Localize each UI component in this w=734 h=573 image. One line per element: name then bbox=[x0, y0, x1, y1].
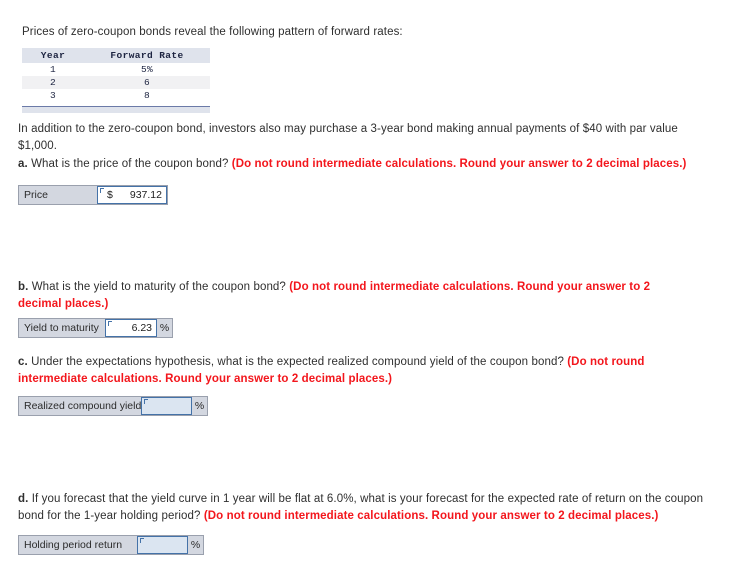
question-b-marker: b. bbox=[18, 281, 29, 293]
question-a-marker: a. bbox=[18, 158, 28, 170]
intro-text: Prices of zero-coupon bonds reveal the f… bbox=[22, 26, 403, 38]
column-header-forward-rate: Forward Rate bbox=[84, 48, 210, 63]
hpr-field-label: Holding period return bbox=[19, 536, 137, 554]
question-c-prompt: Under the expectations hypothesis, what … bbox=[27, 356, 568, 368]
table-body: 1 5% 2 6 3 8 bbox=[22, 63, 210, 102]
price-input-value: 937.12 bbox=[129, 189, 162, 201]
table-bottom-rule bbox=[22, 106, 210, 113]
hpr-input[interactable] bbox=[137, 536, 188, 554]
price-field-label: Price bbox=[19, 186, 97, 204]
yield-to-maturity-answer-row: Yield to maturity 6.23 % bbox=[18, 318, 173, 338]
cell-year: 3 bbox=[49, 90, 56, 101]
question-b-prompt: What is the yield to maturity of the cou… bbox=[28, 281, 290, 293]
question-c-marker: c. bbox=[18, 356, 28, 368]
forward-rate-table-wrapper: Year Forward Rate 1 5% 2 6 3 8 bbox=[22, 48, 210, 113]
cell-forward-rate: 8 bbox=[143, 90, 150, 101]
text-caret-icon bbox=[144, 399, 148, 404]
question-a-prompt: What is the price of the coupon bond? bbox=[27, 158, 232, 170]
rcy-input[interactable] bbox=[141, 397, 192, 415]
addendum-line-1: In addition to the zero-coupon bond, inv… bbox=[18, 123, 678, 135]
ytm-input[interactable]: 6.23 bbox=[105, 319, 157, 337]
text-caret-icon bbox=[108, 321, 112, 326]
cell-year: 1 bbox=[49, 64, 56, 75]
question-a-instruction: (Do not round intermediate calculations.… bbox=[231, 158, 687, 170]
addendum-paragraph: In addition to the zero-coupon bond, inv… bbox=[18, 121, 678, 154]
worksheet-page: Prices of zero-coupon bonds reveal the f… bbox=[0, 0, 734, 573]
table-row: 3 8 bbox=[22, 89, 210, 102]
question-a-text: a. What is the price of the coupon bond?… bbox=[18, 156, 698, 173]
percent-suffix: % bbox=[188, 536, 203, 554]
table-header-row: Year Forward Rate bbox=[22, 48, 210, 63]
question-b-text: b. What is the yield to maturity of the … bbox=[18, 279, 658, 312]
text-caret-icon bbox=[140, 538, 144, 543]
holding-period-return-answer-row: Holding period return % bbox=[18, 535, 204, 555]
percent-suffix: % bbox=[192, 397, 207, 415]
rcy-field-label: Realized compound yield bbox=[19, 397, 141, 415]
column-header-year: Year bbox=[22, 48, 84, 63]
realized-compound-yield-answer-row: Realized compound yield % bbox=[18, 396, 208, 416]
ytm-input-value: 6.23 bbox=[131, 322, 152, 334]
text-caret-icon bbox=[100, 188, 104, 193]
table-row: 1 5% bbox=[22, 63, 210, 76]
percent-suffix: % bbox=[157, 319, 172, 337]
question-d-marker: d. bbox=[18, 493, 29, 505]
question-c-text: c. Under the expectations hypothesis, wh… bbox=[18, 354, 708, 387]
question-d-instruction: (Do not round intermediate calculations.… bbox=[203, 509, 659, 522]
forward-rate-table: Year Forward Rate 1 5% 2 6 3 8 bbox=[22, 48, 210, 102]
price-input[interactable]: $ 937.12 bbox=[97, 186, 167, 204]
table-head: Year Forward Rate bbox=[22, 48, 210, 63]
cell-forward-rate: 5% bbox=[140, 64, 153, 75]
addendum-line-2: $1,000. bbox=[18, 139, 58, 152]
table-row: 2 6 bbox=[22, 76, 210, 89]
cell-year: 2 bbox=[22, 76, 84, 89]
question-d-text: d. If you forecast that the yield curve … bbox=[18, 491, 708, 524]
ytm-field-label: Yield to maturity bbox=[19, 319, 105, 337]
price-answer-row: Price $ 937.12 bbox=[18, 185, 168, 205]
cell-forward-rate: 6 bbox=[84, 76, 210, 89]
